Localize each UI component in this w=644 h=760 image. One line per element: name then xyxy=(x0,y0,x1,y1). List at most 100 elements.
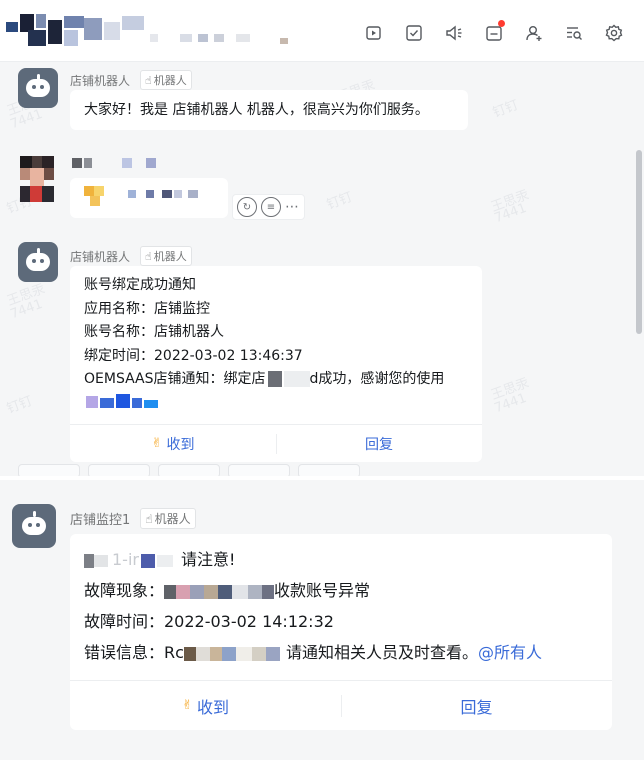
quote-reply-icon[interactable]: ≡ xyxy=(261,197,281,217)
app-name-line: 应用名称：店铺监控 xyxy=(84,300,210,317)
received-label: 收到 xyxy=(166,436,195,453)
bot-tag-label: 机器人 xyxy=(153,74,187,87)
message-sender: 店铺机器人 ☝ 机器人 xyxy=(70,70,192,90)
fault-line: 故障现象： 收款账号异常 xyxy=(84,575,598,606)
sender-name[interactable]: 店铺机器人 xyxy=(70,248,130,265)
card-title: 账号绑定成功通知 xyxy=(84,277,196,293)
redacted-block xyxy=(251,646,266,661)
message-bubble[interactable]: 大家好！我是 店铺机器人 机器人，很高兴为你们服务。 xyxy=(70,90,468,130)
ghost-chip xyxy=(158,464,220,476)
watermark-text: 7441 xyxy=(492,390,529,417)
redacted-block xyxy=(209,646,222,661)
redacted-block xyxy=(221,646,236,661)
bind-time-line: 绑定时间：2022-03-02 13:46:37 xyxy=(84,347,303,364)
redacted-block xyxy=(195,646,210,661)
pixelated-sender-name xyxy=(70,158,170,168)
calendar-icon[interactable] xyxy=(474,20,514,46)
error-line: 错误信息：Rc 请通知相关人员及时查看。@所有人 xyxy=(84,637,598,668)
chat-panel-bottom: 店铺监控1 ☝ 机器人 1-ir 请注意! 故障现象： 收款账号异常 故障时间：202… xyxy=(0,480,644,760)
settings-icon[interactable] xyxy=(594,20,634,46)
clap-icon: ✌ xyxy=(182,698,193,713)
scrollbar-thumb[interactable] xyxy=(636,150,642,334)
clap-icon: ✌ xyxy=(151,436,163,451)
bind-notice-card[interactable]: 账号绑定成功通知 应用名称：店铺监控 账号名称：店铺机器人 绑定时间：2022-… xyxy=(70,266,482,462)
todo-icon[interactable] xyxy=(394,20,434,46)
alert-card[interactable]: 1-ir 请注意! 故障现象： 收款账号异常 故障时间：2022-03-02 14:… xyxy=(70,534,612,730)
translate-icon[interactable]: ↻ xyxy=(237,197,257,217)
bot-tag: ☝ 机器人 xyxy=(140,70,192,90)
redacted-block xyxy=(267,371,282,387)
watermark-text: 钉钉 xyxy=(4,393,35,417)
redacted-block xyxy=(176,584,191,599)
redacted-block xyxy=(140,553,155,568)
received-button[interactable]: ✌ 收到 xyxy=(70,425,276,462)
reply-button[interactable]: 回复 xyxy=(276,425,482,462)
message-text: 大家好！我是 店铺机器人 机器人，很高兴为你们服务。 xyxy=(84,102,429,118)
reply-label: 回复 xyxy=(365,436,393,453)
attention-text: 请注意! xyxy=(180,550,236,569)
message-sender: 店铺监控1 ☝ 机器人 xyxy=(70,508,196,529)
faded-next-row xyxy=(18,464,360,476)
bot-tag: ☝ 机器人 xyxy=(140,246,192,266)
robot-tag-icon: ☝ xyxy=(145,249,152,263)
redacted-block xyxy=(218,584,233,599)
chat-header xyxy=(0,0,644,62)
redacted-block xyxy=(265,646,280,661)
watermark-text: 7441 xyxy=(8,296,45,323)
robot-icon xyxy=(26,79,50,97)
search-history-icon[interactable] xyxy=(554,20,594,46)
sender-name[interactable]: 店铺机器人 xyxy=(70,72,130,89)
notice-suffix: d成功，感谢您的使用 xyxy=(309,371,445,387)
received-label: 收到 xyxy=(196,697,229,717)
announcement-icon[interactable] xyxy=(434,20,474,46)
ghost-chip xyxy=(298,464,360,476)
bot-avatar[interactable] xyxy=(18,68,58,108)
fault-time-line: 故障时间：2022-03-02 14:12:32 xyxy=(84,612,334,631)
watermark-text: 7441 xyxy=(8,106,45,133)
error-suffix: 请通知相关人员及时查看。 xyxy=(285,643,478,662)
redacted-block xyxy=(84,553,94,568)
bot-tag: ☝ 机器人 xyxy=(140,508,196,529)
add-member-icon[interactable] xyxy=(514,20,554,46)
card-body: 账号绑定成功通知 应用名称：店铺监控 账号名称：店铺机器人 绑定时间：2022-… xyxy=(70,266,482,412)
redacted-block xyxy=(232,584,249,599)
watermark-text: 钉钉 xyxy=(490,97,521,121)
robot-icon xyxy=(26,253,50,271)
bot-avatar[interactable] xyxy=(18,242,58,282)
chat-panel-top: 王思汞 7441 王思汞 钉钉 王思汞 7441 钉钉 钉钉 王思汞 7441 … xyxy=(0,0,644,476)
robot-icon xyxy=(22,517,46,535)
bot-tag-label: 机器人 xyxy=(154,512,191,526)
attention-line: 1-ir 请注意! xyxy=(84,544,598,575)
redacted-block xyxy=(204,584,219,599)
ghost-chip xyxy=(228,464,290,476)
fault-suffix: 收款账号异常 xyxy=(274,581,371,600)
video-icon[interactable] xyxy=(354,20,394,46)
error-code: Rc xyxy=(164,643,184,662)
bot-avatar[interactable] xyxy=(12,504,56,548)
error-label: 错误信息： xyxy=(84,643,165,662)
redacted-block xyxy=(156,554,173,567)
watermark-text: 王思汞 xyxy=(5,281,48,310)
ghost-chip xyxy=(88,464,150,476)
card-actions: ✌ 收到 回复 xyxy=(70,680,612,730)
reply-button[interactable]: 回复 xyxy=(341,681,612,730)
watermark-text: 7441 xyxy=(492,200,529,227)
redacted-block xyxy=(94,554,108,567)
redacted-block xyxy=(262,584,275,599)
more-icon[interactable]: ⋯ xyxy=(285,199,300,215)
redacted-block xyxy=(190,584,205,599)
mention-all-link[interactable]: @所有人 xyxy=(478,643,542,662)
received-button[interactable]: ✌ 收到 xyxy=(70,681,341,730)
watermark-text: 王思汞 xyxy=(489,187,532,216)
attention-prefix: 1-ir xyxy=(112,550,139,569)
user-avatar[interactable] xyxy=(20,156,54,202)
ghost-chip xyxy=(18,464,80,476)
robot-tag-icon: ☝ xyxy=(145,73,152,87)
bot-tag-label: 机器人 xyxy=(153,250,187,263)
header-toolbar xyxy=(354,20,634,46)
notice-line: OEMSAAS店铺通知：绑定店 d成功，感谢您的使用 xyxy=(84,368,468,392)
message-bubble[interactable] xyxy=(70,178,228,218)
reply-label: 回复 xyxy=(460,697,493,717)
sender-name[interactable]: 店铺监控1 xyxy=(70,509,130,528)
robot-tag-icon: ☝ xyxy=(145,511,153,526)
